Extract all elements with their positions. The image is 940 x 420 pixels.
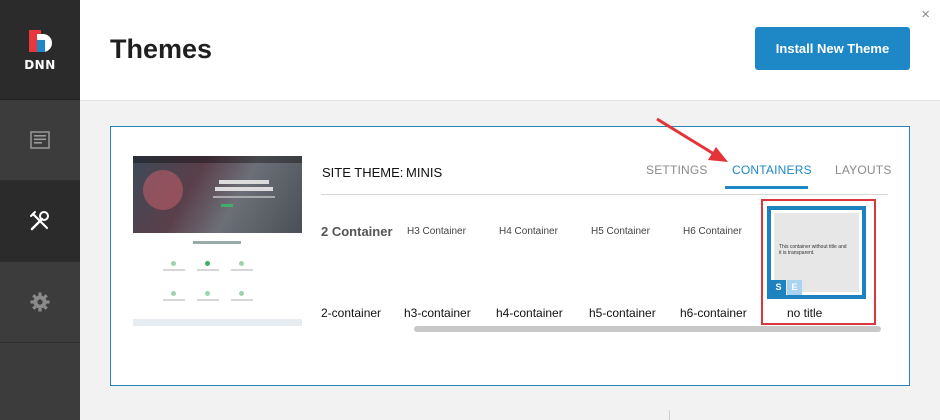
sidebar-item-content[interactable] bbox=[0, 100, 80, 181]
page-title: Themes bbox=[110, 34, 213, 64]
container-title[interactable]: H6 Container bbox=[683, 226, 742, 237]
container-preview-no-title[interactable]: This container without title and it is t… bbox=[767, 206, 866, 299]
set-site-container-button[interactable]: S bbox=[771, 280, 786, 295]
sidebar-item-settings[interactable] bbox=[0, 262, 80, 343]
container-title[interactable]: H3 Container bbox=[407, 226, 466, 237]
site-theme-label: SITE THEME: bbox=[322, 165, 404, 180]
thumbnail-hero bbox=[133, 156, 302, 233]
logo-text: DNN bbox=[24, 57, 56, 72]
site-theme-thumbnail[interactable] bbox=[133, 156, 302, 326]
thumbnail-body bbox=[133, 233, 302, 319]
theme-panel: SITE THEME: MINIS SETTINGS CONTAINERS LA… bbox=[110, 126, 910, 386]
container-name: h3-container bbox=[404, 306, 471, 320]
container-title[interactable]: 2 Container bbox=[321, 224, 393, 239]
tab-layouts[interactable]: LAYOUTS bbox=[835, 163, 892, 177]
horizontal-scrollbar[interactable] bbox=[414, 326, 881, 332]
active-tab-indicator bbox=[725, 186, 808, 189]
close-icon[interactable]: × bbox=[921, 6, 930, 23]
divider bbox=[669, 410, 670, 420]
container-name: 2-container bbox=[321, 306, 382, 320]
container-name: h5-container bbox=[589, 306, 656, 320]
page-header: Themes Install New Theme × bbox=[80, 0, 940, 101]
tab-containers[interactable]: CONTAINERS bbox=[732, 163, 812, 177]
sidebar-item-tools[interactable] bbox=[0, 181, 80, 262]
container-name-selected: no title bbox=[787, 306, 823, 320]
tools-icon bbox=[30, 211, 49, 231]
gear-icon bbox=[30, 292, 50, 312]
install-new-theme-button[interactable]: Install New Theme bbox=[755, 27, 910, 70]
tab-settings[interactable]: SETTINGS bbox=[646, 163, 708, 177]
container-name: h4-container bbox=[496, 306, 563, 320]
sidebar: DNN bbox=[0, 0, 80, 420]
dnn-logo[interactable]: DNN bbox=[0, 0, 80, 100]
container-title[interactable]: H5 Container bbox=[591, 226, 650, 237]
dnn-logo-icon bbox=[29, 29, 52, 52]
container-name: h6-container bbox=[680, 306, 747, 320]
container-preview-text: This container without title and it is t… bbox=[779, 244, 847, 256]
content-icon bbox=[30, 131, 50, 149]
container-title[interactable]: H4 Container bbox=[499, 226, 558, 237]
site-theme-value: MINIS bbox=[406, 165, 443, 180]
tab-divider bbox=[321, 194, 888, 195]
edit-container-button[interactable]: E bbox=[787, 280, 802, 295]
